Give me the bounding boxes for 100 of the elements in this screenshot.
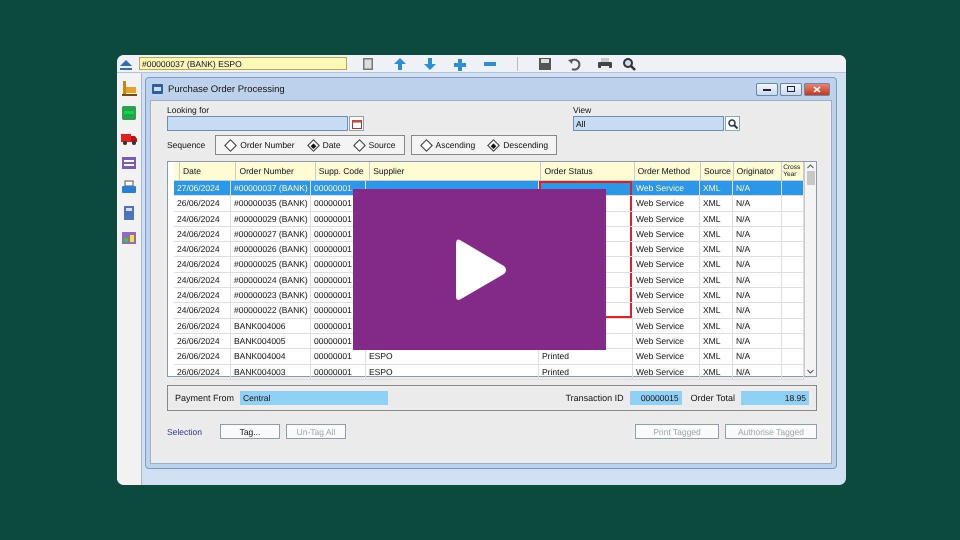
payment-from-field: Central [240, 391, 388, 405]
table-cell: N/A [733, 303, 782, 318]
table-cell: Web Service [633, 349, 700, 364]
table-cell: XML [700, 242, 733, 256]
table-cell: #00000023 (BANK) [231, 288, 311, 302]
selection-label: Selection [167, 426, 202, 436]
table-cell: Web Service [633, 242, 700, 256]
action-button[interactable]: Tag... [220, 424, 280, 439]
table-cell: #00000029 (BANK) [231, 212, 311, 226]
close-icon [813, 86, 821, 92]
field-label: View [573, 105, 592, 115]
radio-option[interactable]: Date [306, 140, 341, 150]
column-header[interactable]: Source [700, 162, 734, 180]
radio-option[interactable]: Order Number [224, 140, 295, 150]
search-button[interactable] [725, 116, 740, 131]
table-cell: N/A [733, 364, 782, 379]
scroll-up-icon[interactable] [807, 164, 814, 169]
printer-icon[interactable] [596, 56, 614, 70]
document-icon[interactable] [120, 154, 138, 172]
table-cell: 27/06/2024 [174, 181, 231, 196]
radio-option[interactable]: Ascending [420, 140, 476, 150]
search-icon[interactable] [620, 56, 638, 70]
table-cell: Printed [539, 364, 633, 379]
table-cell: XML [700, 226, 733, 242]
table-cell: XML [700, 364, 733, 379]
table-cell: 24/06/2024 [174, 288, 231, 302]
minimize-button[interactable] [756, 82, 778, 96]
table-cell: XML [700, 288, 733, 302]
table-cell: #00000035 (BANK) [231, 196, 311, 211]
table-cell: N/A [733, 196, 782, 211]
table-cell: BANK004004 [231, 349, 311, 364]
table-cell: N/A [733, 226, 782, 242]
forklift-icon[interactable] [120, 79, 138, 97]
column-header[interactable]: Originator [734, 162, 782, 180]
table-cell: N/A [733, 181, 782, 196]
report-icon[interactable] [120, 229, 138, 247]
table-cell: Web Service [633, 318, 700, 333]
column-header[interactable]: Order Method [634, 162, 701, 180]
table-cell: Web Service [633, 226, 700, 242]
plus-icon[interactable] [451, 56, 469, 70]
table-cell: 26/06/2024 [174, 196, 231, 211]
transaction-id-field: 00000015 [630, 391, 682, 405]
close-button[interactable] [804, 82, 830, 96]
table-cell: Web Service [633, 334, 700, 348]
column-header[interactable]: Supp. Code [316, 162, 370, 180]
column-header[interactable]: Order Status [541, 162, 635, 180]
radio-option[interactable]: Source [352, 140, 396, 150]
table-cell: Web Service [633, 272, 700, 288]
table-cell: #00000022 (BANK) [231, 303, 311, 318]
view-field[interactable]: All [573, 116, 724, 131]
table-cell: #00000024 (BANK) [231, 272, 311, 288]
table-cell: 24/06/2024 [174, 226, 231, 242]
table-cell: N/A [733, 288, 782, 302]
table-cell: N/A [733, 272, 782, 288]
table-cell: XML [700, 212, 733, 226]
save-icon[interactable] [536, 56, 554, 70]
sequence-label: Sequence [167, 140, 206, 150]
table-cell: Web Service [633, 257, 700, 272]
table-cell: 24/06/2024 [174, 212, 231, 226]
scroll-down-icon[interactable] [807, 369, 814, 374]
table-cell: Web Service [633, 181, 700, 196]
table-row[interactable]: 26/06/2024 BANK004003 00000001 ESPO Printed Web Service XML N/A [174, 364, 804, 380]
looking-for-field[interactable] [167, 116, 348, 131]
table-cell: XML [700, 181, 733, 196]
table-cell: Web Service [633, 196, 700, 211]
maximize-icon [787, 86, 795, 92]
scroll-thumb[interactable] [806, 171, 814, 185]
calendar-icon[interactable] [349, 116, 364, 131]
column-header[interactable]: Supplier [370, 162, 542, 180]
table-cell: Web Service [633, 364, 700, 379]
table-cell: 24/06/2024 [174, 303, 231, 318]
table-cell: ESPO [366, 364, 539, 379]
table-cell: XML [700, 303, 733, 318]
window-title: Purchase Order Processing [168, 84, 285, 94]
app-icon [152, 84, 163, 94]
table-cell: XML [700, 349, 733, 364]
table-cell: Web Service [633, 303, 700, 318]
table-cell: 26/06/2024 [174, 349, 231, 364]
table-cell: N/A [733, 318, 782, 333]
table-cell: BANK004005 [231, 334, 311, 348]
table-cell: 24/06/2024 [174, 272, 231, 288]
maximize-button[interactable] [780, 82, 802, 96]
field-label: Payment From [175, 393, 234, 403]
table-cell: #00000026 (BANK) [231, 242, 311, 256]
column-header[interactable]: Order Number [236, 162, 316, 180]
table-cell: XML [700, 334, 733, 348]
table-cell: 26/06/2024 [174, 334, 231, 348]
column-header[interactable]: Date [180, 162, 236, 180]
table-cell: XML [700, 196, 733, 211]
table-cell: N/A [733, 242, 782, 256]
table-cell: N/A [733, 257, 782, 272]
record-field[interactable]: #00000037 (BANK) ESPO [139, 57, 347, 70]
table-cell: 00000001 [311, 364, 366, 379]
table-cell: #00000025 (BANK) [231, 257, 311, 272]
radio-option[interactable]: Descending [487, 140, 548, 150]
table-cell: 24/06/2024 [174, 242, 231, 256]
table-cell: XML [700, 318, 733, 333]
field-label: Looking for [167, 105, 210, 115]
scrollbar[interactable] [804, 162, 816, 376]
minimize-icon [763, 88, 771, 90]
